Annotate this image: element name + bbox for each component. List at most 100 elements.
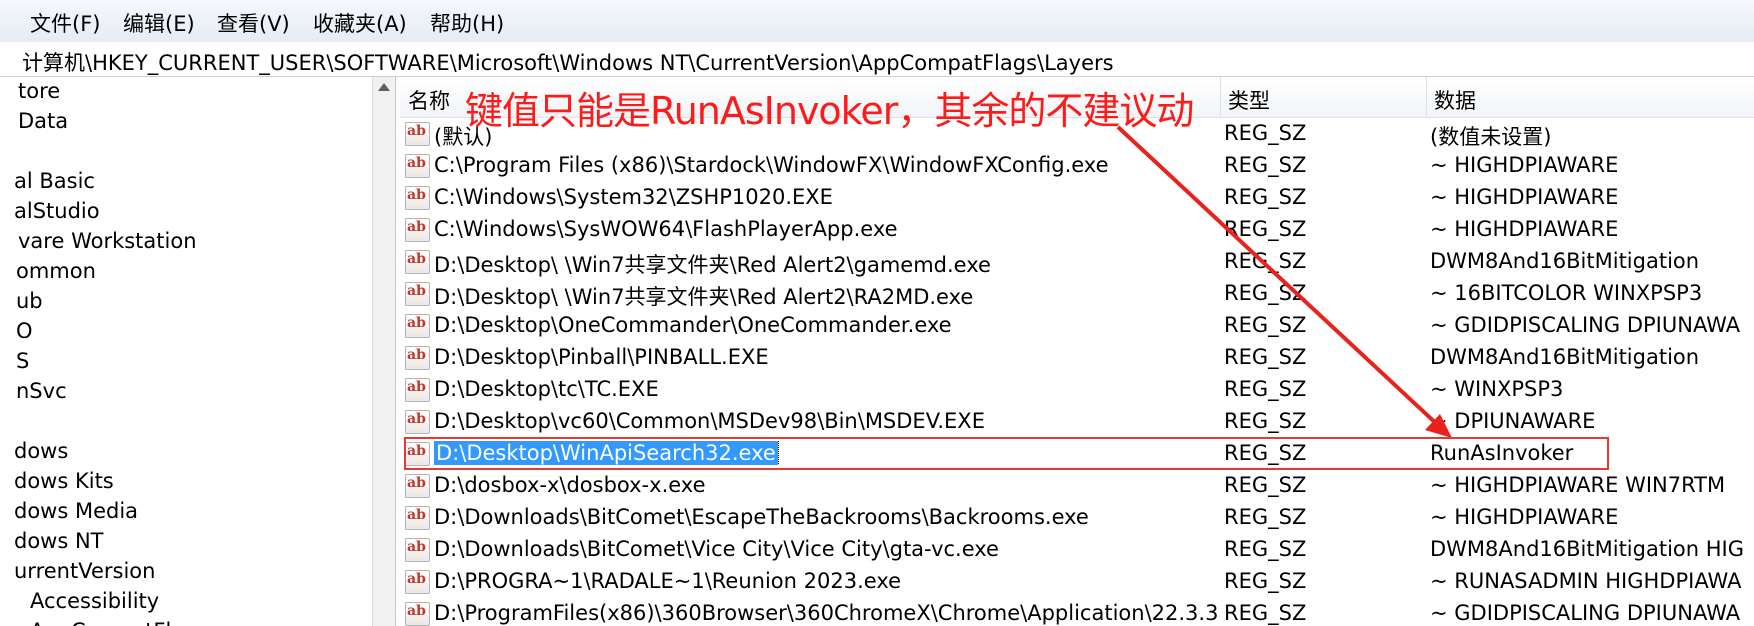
value-data: ~ HIGHDPIAWARE [1430, 217, 1619, 241]
column-header-name[interactable]: 名称 [408, 85, 450, 115]
value-data: ~ DPIUNAWARE [1430, 409, 1596, 433]
tree-item-label: urrentVersion [14, 559, 156, 583]
table-row[interactable]: ab D:\Desktop\ \Win7共享文件夹\Red Alert2\game… [400, 246, 1754, 278]
key-tree: tore Data al Basic alStudio vare Workstation… [0, 77, 372, 626]
table-row[interactable]: ab D:\dosbox-x\dosbox-x.exe REG_SZ ~ HIGHDP… [400, 470, 1754, 502]
value-type: REG_SZ [1224, 121, 1307, 145]
value-type: REG_SZ [1224, 537, 1307, 561]
string-value-icon: ab [405, 346, 430, 370]
tree-item-label: Accessibility [30, 589, 160, 613]
string-value-icon-glyph: ab [407, 539, 426, 555]
annotation-text: 键值只能是RunAsInvoker，其余的不建议动 [465, 89, 1194, 133]
value-data: ~ HIGHDPIAWARE [1430, 185, 1619, 209]
value-type: REG_SZ [1224, 249, 1307, 273]
value-type: REG_SZ [1224, 217, 1307, 241]
string-value-icon: ab [405, 506, 430, 530]
table-row[interactable]: ab D:\Downloads\BitComet\Vice City\Vice C… [400, 534, 1754, 566]
menu-help[interactable]: 帮助(H) [430, 8, 504, 38]
value-type: REG_SZ [1224, 601, 1307, 625]
string-value-icon-glyph: ab [407, 123, 426, 139]
scroll-up-arrow-icon[interactable] [378, 83, 390, 91]
value-type: REG_SZ [1224, 505, 1307, 529]
table-row[interactable]: ab C:\Windows\System32\ZSHP1020.EXE REG_SZ… [400, 182, 1754, 214]
value-data: DWM8And16BitMitigation [1430, 249, 1700, 273]
value-data: ~ WINXPSP3 [1430, 377, 1564, 401]
column-divider[interactable] [1426, 77, 1427, 117]
value-data: ~ GDIDPISCALING DPIUNAWA [1430, 313, 1741, 337]
string-value-icon: ab [405, 378, 430, 402]
menu-edit[interactable]: 编辑(E) [123, 8, 195, 38]
value-name: D:\ProgramFiles(x86)\360Browser\360Chrom… [434, 601, 1218, 625]
string-value-icon: ab [405, 570, 430, 594]
tree-item-label: nSvc [16, 379, 67, 403]
menu-favorites[interactable]: 收藏夹(A) [313, 8, 407, 38]
tree-item-label: O [16, 319, 33, 343]
tree-item-label: vare Workstation [18, 229, 197, 253]
string-value-icon: ab [405, 154, 430, 178]
string-value-icon: ab [405, 218, 430, 242]
table-row[interactable]: ab D:\Desktop\tc\TC.EXE REG_SZ ~ WINXPSP3 [400, 374, 1754, 406]
highlight-box [404, 437, 1609, 470]
value-name: D:\dosbox-x\dosbox-x.exe [434, 473, 706, 497]
value-name: D:\Desktop\vc60\Common\MSDev98\Bin\MSDEV… [434, 409, 985, 433]
table-row[interactable]: ab D:\Desktop\OneCommander\OneCommander.e… [400, 310, 1754, 342]
table-row[interactable]: ab C:\Windows\SysWOW64\FlashPlayerApp.exe… [400, 214, 1754, 246]
column-header-type[interactable]: 类型 [1228, 85, 1270, 115]
tree-item-label: dows Kits [14, 469, 114, 493]
string-value-icon-glyph: ab [407, 283, 426, 299]
value-data: ~ HIGHDPIAWARE [1430, 505, 1619, 529]
string-value-icon-glyph: ab [407, 411, 426, 427]
string-value-icon: ab [405, 474, 430, 498]
tree-item-label: AppCompatFl... [30, 619, 191, 626]
value-name: D:\Downloads\BitComet\Vice City\Vice Cit… [434, 537, 999, 561]
tree-scrollbar[interactable] [372, 77, 396, 626]
menu-file[interactable]: 文件(F) [30, 8, 100, 38]
value-name: D:\Desktop\ \Win7共享文件夹\Red Alert2\RA2MD.… [434, 285, 974, 309]
string-value-icon: ab [405, 410, 430, 434]
string-value-icon-glyph: ab [407, 187, 426, 203]
value-name: D:\Desktop\ \Win7共享文件夹\Red Alert2\gamemd… [434, 253, 991, 277]
value-data: ~ 16BITCOLOR WINXPSP3 [1430, 281, 1703, 305]
value-type: REG_SZ [1224, 473, 1307, 497]
table-row[interactable]: ab D:\Downloads\BitComet\EscapeTheBackroo… [400, 502, 1754, 534]
string-value-icon-glyph: ab [407, 379, 426, 395]
value-type: REG_SZ [1224, 569, 1307, 593]
value-type: REG_SZ [1224, 409, 1307, 433]
table-row[interactable]: ab D:\PROGRA~1\RADALE~1\Reunion 2023.exe R… [400, 566, 1754, 598]
address-bar[interactable]: 计算机\HKEY_CURRENT_USER\SOFTWARE\Microsoft… [0, 42, 1754, 77]
menu-view[interactable]: 查看(V) [217, 8, 290, 38]
string-value-icon-glyph: ab [407, 347, 426, 363]
tree-item-label: tore [18, 79, 61, 103]
column-divider[interactable] [1220, 77, 1221, 117]
table-row[interactable]: ab C:\Program Files (x86)\Stardock\Window… [400, 150, 1754, 182]
value-data: DWM8And16BitMitigation HIG [1430, 537, 1744, 561]
string-value-icon-glyph: ab [407, 251, 426, 267]
string-value-icon: ab [405, 186, 430, 210]
table-row[interactable]: ab D:\Desktop\ \Win7共享文件夹\Red Alert2\RA2M… [400, 278, 1754, 310]
table-row[interactable]: ab D:\Desktop\vc60\Common\MSDev98\Bin\MSD… [400, 406, 1754, 438]
string-value-icon: ab [405, 314, 430, 338]
tree-item-label: alStudio [14, 199, 100, 223]
column-header-data[interactable]: 数据 [1434, 85, 1476, 115]
tree-item-label: dows Media [14, 499, 139, 523]
string-value-icon: ab [405, 538, 430, 562]
value-name: C:\Program Files (x86)\Stardock\WindowFX… [434, 153, 1109, 177]
string-value-icon: ab [405, 282, 430, 306]
string-value-icon-glyph: ab [407, 315, 426, 331]
value-type: REG_SZ [1224, 313, 1307, 337]
string-value-icon-glyph: ab [407, 155, 426, 171]
value-data: ~ HIGHDPIAWARE WIN7RTM [1430, 473, 1726, 497]
address-path[interactable]: 计算机\HKEY_CURRENT_USER\SOFTWARE\Microsoft… [22, 47, 1114, 77]
table-row[interactable]: ab D:\ProgramFiles(x86)\360Browser\360Chr… [400, 598, 1754, 626]
value-name: D:\PROGRA~1\RADALE~1\Reunion 2023.exe [434, 569, 902, 593]
string-value-icon: ab [405, 122, 430, 146]
table-row[interactable]: ab D:\Desktop\Pinball\PINBALL.EXE REG_SZ DW… [400, 342, 1754, 374]
value-name: D:\Desktop\OneCommander\OneCommander.exe [434, 313, 952, 337]
tree-item-label: ommon [16, 259, 96, 283]
string-value-icon-glyph: ab [407, 475, 426, 491]
value-data: ~ RUNASADMIN HIGHDPIAWA [1430, 569, 1742, 593]
value-name: C:\Windows\System32\ZSHP1020.EXE [434, 185, 833, 209]
tree-item-label: S [16, 349, 30, 373]
tree-item-label: Data [18, 109, 69, 133]
value-type: REG_SZ [1224, 185, 1307, 209]
